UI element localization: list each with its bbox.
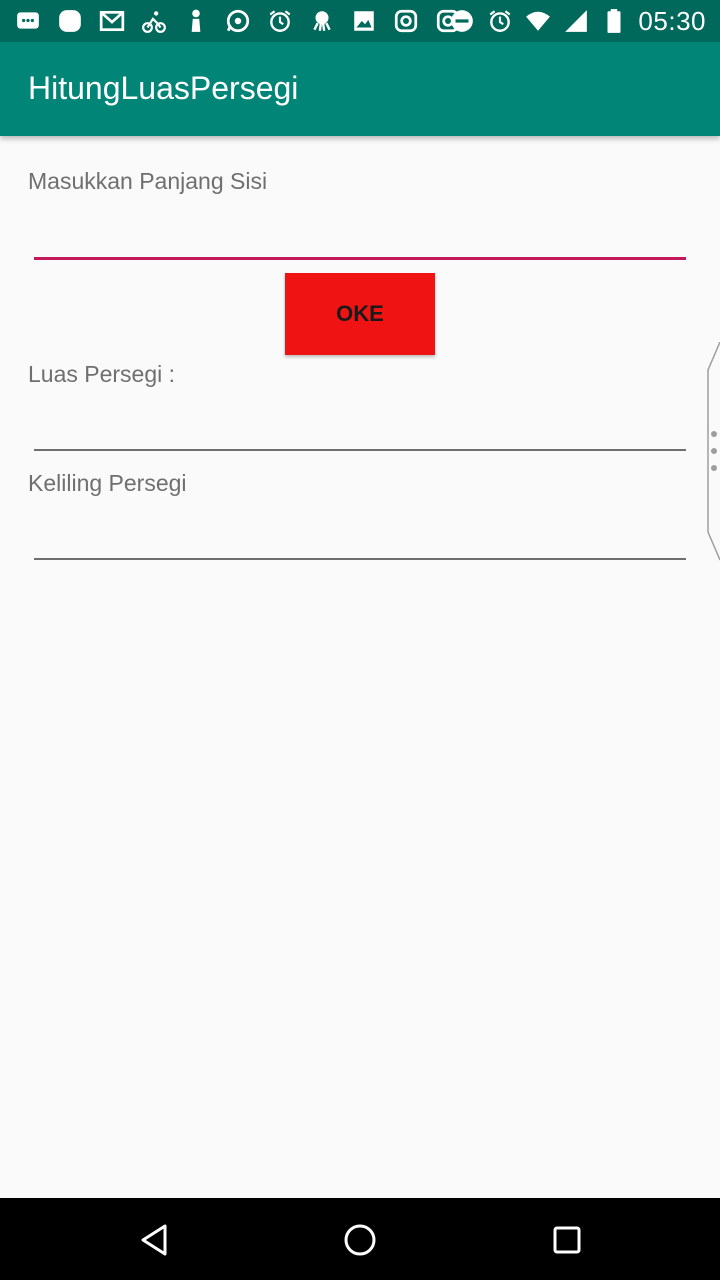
- back-icon[interactable]: [134, 1220, 174, 1260]
- perimeter-result-field[interactable]: [34, 513, 686, 557]
- side-length-underline: [34, 257, 686, 260]
- edge-panel-handle[interactable]: [706, 342, 720, 562]
- system-status: 05:30: [448, 6, 706, 36]
- dnd-icon: [448, 7, 476, 35]
- whatsapp-icon: [224, 7, 252, 35]
- side-length-input[interactable]: [34, 212, 686, 256]
- instagram-icon: [392, 7, 420, 35]
- alarm-icon: [486, 7, 514, 35]
- notification-icons: [14, 6, 462, 36]
- alarm-icon: [266, 7, 294, 35]
- clock: 05:30: [638, 5, 706, 36]
- signal-icon: [562, 7, 590, 35]
- battery-icon: [600, 7, 628, 35]
- app-bar: HitungLuasPersegi: [0, 42, 720, 136]
- octopus-icon: [308, 7, 336, 35]
- side-length-label: Masukkan Panjang Sisi: [28, 168, 268, 194]
- navigation-bar: [0, 1198, 720, 1280]
- figure-icon: [182, 7, 210, 35]
- app-title: HitungLuasPersegi: [28, 70, 299, 106]
- area-label: Luas Persegi :: [28, 361, 176, 387]
- perimeter-underline: [34, 558, 686, 560]
- recents-icon[interactable]: [547, 1220, 587, 1260]
- blob-icon: [56, 7, 84, 35]
- main-content: Masukkan Panjang Sisi OKE Luas Persegi :…: [0, 136, 720, 1198]
- cycling-icon: [140, 7, 168, 35]
- oke-button[interactable]: OKE: [285, 273, 435, 355]
- area-result-field[interactable]: [34, 404, 686, 448]
- message-icon: [14, 7, 42, 35]
- wifi-icon: [524, 7, 552, 35]
- area-underline: [34, 449, 686, 451]
- perimeter-label: Keliling Persegi: [28, 470, 187, 496]
- image-icon: [350, 7, 378, 35]
- home-icon[interactable]: [340, 1220, 380, 1260]
- status-bar: 05:30: [0, 0, 720, 42]
- gmail-icon: [98, 7, 126, 35]
